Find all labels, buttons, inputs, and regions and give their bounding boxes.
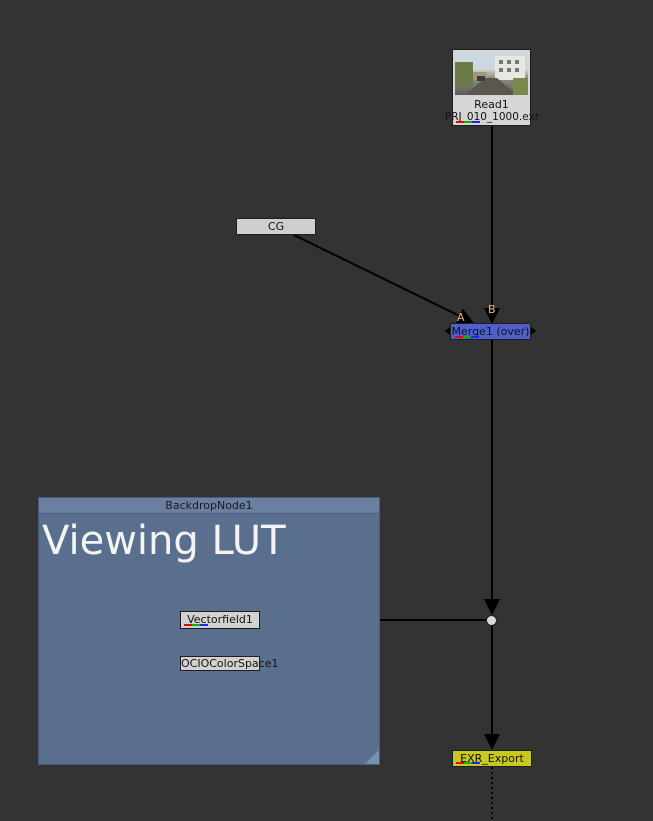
ocio-colorspace-node[interactable]: OCIOColorSpace1 xyxy=(180,656,278,671)
channel-indicator-icon xyxy=(456,121,480,123)
channel-indicator-icon xyxy=(184,624,208,626)
wire-cg-to-merge xyxy=(293,234,474,324)
merge-mask-arrow-icon xyxy=(531,327,536,335)
read-node[interactable]: Read1 PRJ_010_1000.exr xyxy=(445,49,539,126)
read-thumbnail xyxy=(455,52,528,95)
dot-icon[interactable] xyxy=(486,615,497,626)
exr-export-node[interactable]: EXR_Export xyxy=(452,750,532,767)
merge-node[interactable]: Merge1 (over) xyxy=(450,323,531,340)
backdrop-label: Viewing LUT xyxy=(42,518,286,564)
backdrop-node[interactable]: BackdropNode1 Viewing LUT xyxy=(38,497,380,765)
channel-indicator-icon xyxy=(455,336,479,338)
ocio-node-label: OCIOColorSpace1 xyxy=(181,657,279,670)
read-node-filename: PRJ_010_1000.exr xyxy=(444,111,540,123)
backdrop-title: BackdropNode1 xyxy=(39,498,379,514)
cg-node-label: CG xyxy=(267,220,285,233)
merge-input-b-label: B xyxy=(488,303,496,316)
backdrop-resize-handle[interactable] xyxy=(365,750,379,764)
cg-node[interactable]: CG xyxy=(236,218,316,235)
channel-indicator-icon xyxy=(456,762,480,764)
read-node-title: Read1 xyxy=(474,98,509,111)
vectorfield-node[interactable]: Vectorfield1 xyxy=(180,611,260,629)
